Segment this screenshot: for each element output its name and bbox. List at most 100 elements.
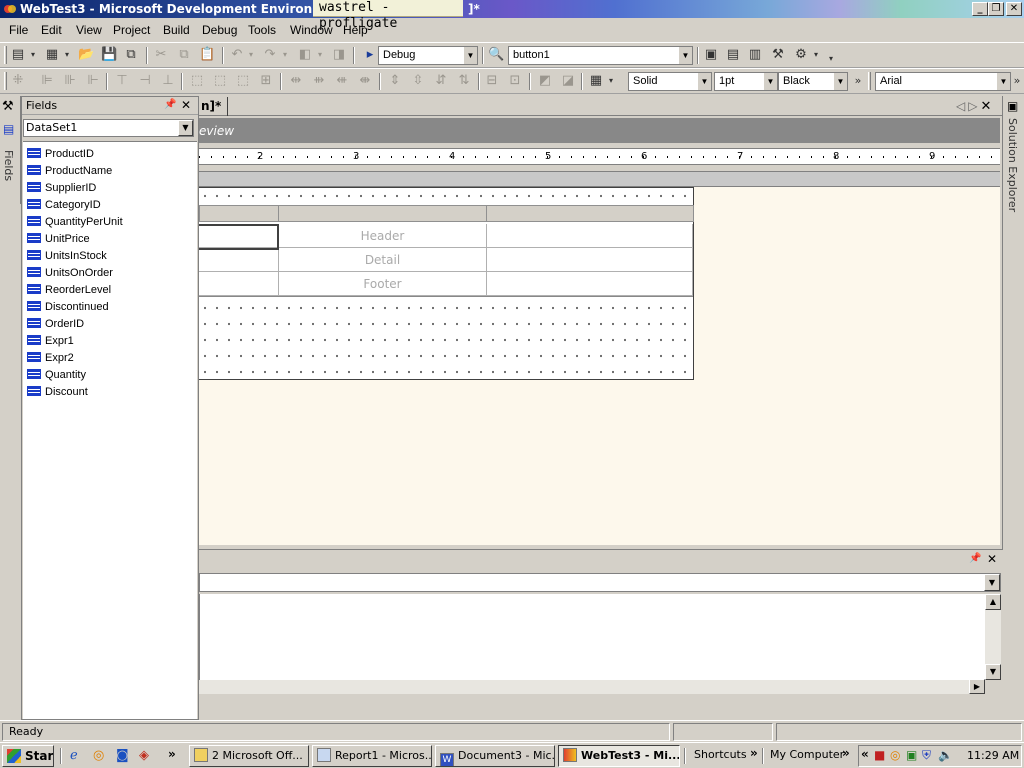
- toolbox-icon[interactable]: ▥: [747, 47, 763, 63]
- desktop-icon[interactable]: ◙: [116, 748, 129, 763]
- shortcuts-more-icon[interactable]: »: [750, 746, 758, 760]
- open-folder-icon[interactable]: 📂: [78, 47, 94, 63]
- table-cell[interactable]: [199, 272, 279, 296]
- center-horizontally-icon[interactable]: ⊟: [484, 73, 500, 89]
- dropdown-arrow-icon[interactable]: ▾: [62, 47, 72, 63]
- table-row-label[interactable]: Header: [279, 224, 487, 248]
- border-width-combo[interactable]: 1pt ▼: [714, 72, 778, 91]
- field-item[interactable]: UnitPrice: [27, 231, 90, 248]
- taskbar-button-office[interactable]: 2 Microsoft Off...: [189, 745, 309, 767]
- field-item[interactable]: Discontinued: [27, 299, 109, 316]
- table-cell[interactable]: [487, 224, 693, 248]
- table-cell[interactable]: [487, 248, 693, 272]
- make-same-height-icon[interactable]: ⬚: [212, 73, 228, 89]
- resource-view-icon[interactable]: ⚙: [793, 47, 809, 63]
- tray-volume-icon[interactable]: 🔈: [938, 748, 953, 762]
- chevron-down-icon[interactable]: ▼: [178, 120, 193, 136]
- table-column-handle[interactable]: [199, 205, 279, 222]
- dropdown-arrow-icon[interactable]: ▾: [280, 47, 290, 63]
- field-item[interactable]: QuantityPerUnit: [27, 214, 123, 231]
- undo-icon[interactable]: ↶: [229, 47, 245, 63]
- outlook-icon[interactable]: ◎: [93, 748, 104, 763]
- redo-icon[interactable]: ↷: [262, 47, 278, 63]
- dropdown-arrow-icon[interactable]: ▾: [606, 73, 616, 89]
- taskbar-button-word[interactable]: W Document3 - Mic...: [435, 745, 555, 767]
- field-item[interactable]: Discount: [27, 384, 88, 401]
- align-centers-icon[interactable]: ⊪: [62, 73, 78, 89]
- save-icon[interactable]: 💾: [101, 47, 117, 63]
- increase-v-spacing-icon[interactable]: ⇳: [410, 73, 426, 89]
- remove-h-spacing-icon[interactable]: ⇼: [357, 73, 373, 89]
- navigate-backward-icon[interactable]: ◧: [297, 47, 313, 63]
- scroll-left-icon[interactable]: ◁: [956, 99, 968, 113]
- scroll-right-icon[interactable]: ▶: [969, 679, 985, 694]
- field-item[interactable]: Expr2: [27, 350, 74, 367]
- size-to-grid-icon[interactable]: ⊞: [258, 73, 274, 89]
- pin-icon[interactable]: 📌: [164, 99, 176, 110]
- add-item-icon[interactable]: ▦: [44, 47, 60, 63]
- field-item[interactable]: Expr1: [27, 333, 74, 350]
- field-item[interactable]: OrderID: [27, 316, 84, 333]
- dropdown-arrow-icon[interactable]: ▾: [28, 47, 38, 63]
- ie-icon[interactable]: ℯ: [70, 748, 78, 763]
- scroll-right-icon[interactable]: ▷: [968, 99, 980, 113]
- align-tops-icon[interactable]: ⊤: [114, 73, 130, 89]
- chevron-down-icon[interactable]: ▼: [996, 73, 1010, 90]
- fields-tab-label[interactable]: Fields: [2, 150, 15, 181]
- vertical-scrollbar[interactable]: ▲ ▼: [985, 594, 1001, 680]
- taskbar-button-devenv[interactable]: WebTest3 - Mi...: [558, 745, 680, 767]
- solution-explorer-tab-icon[interactable]: ▣: [1007, 99, 1018, 113]
- send-to-back-icon[interactable]: ◪: [560, 73, 576, 89]
- close-document-icon[interactable]: ✕: [980, 99, 994, 114]
- taskbar-button-report[interactable]: Report1 - Micros...: [312, 745, 432, 767]
- make-same-width-icon[interactable]: ⬚: [189, 73, 205, 89]
- tray-network-icon[interactable]: ▣: [906, 748, 917, 762]
- quicklaunch-app-icon[interactable]: ◈: [139, 748, 149, 763]
- save-all-icon[interactable]: ⧉: [123, 47, 139, 63]
- menu-project[interactable]: Project: [113, 23, 150, 37]
- dropdown-arrow-icon[interactable]: ▾: [246, 47, 256, 63]
- report-table[interactable]: Header Detail Footer: [199, 205, 694, 297]
- toolbar-grip[interactable]: [4, 72, 7, 90]
- minimize-button[interactable]: _: [972, 2, 988, 16]
- menu-edit[interactable]: Edit: [41, 23, 62, 37]
- scroll-down-icon[interactable]: ▼: [985, 664, 1001, 680]
- my-computer-toolbar-label[interactable]: My Computer: [770, 748, 844, 761]
- bring-to-front-icon[interactable]: ◩: [537, 73, 553, 89]
- toolbar-grip[interactable]: [4, 46, 7, 64]
- class-view-icon[interactable]: ⚒: [770, 47, 786, 63]
- menu-file[interactable]: File: [9, 23, 28, 37]
- font-name-combo[interactable]: Arial ▼: [875, 72, 1011, 91]
- clock[interactable]: 11:29 AM: [967, 749, 1019, 762]
- field-item[interactable]: ProductName: [27, 163, 112, 180]
- table-row-label[interactable]: Detail: [279, 248, 487, 272]
- start-debug-icon[interactable]: ▸: [362, 47, 378, 63]
- chevron-down-icon[interactable]: ▼: [697, 73, 711, 90]
- toolbox-tab-icon[interactable]: ⚒: [2, 99, 14, 114]
- horizontal-spacing-equal-icon[interactable]: ⇹: [288, 73, 304, 89]
- align-rights-icon[interactable]: ⊩: [85, 73, 101, 89]
- dataset-combo[interactable]: DataSet1 ▼: [23, 119, 194, 137]
- start-button[interactable]: Start: [2, 745, 54, 767]
- dropdown-arrow-icon[interactable]: ▾: [811, 47, 821, 63]
- solution-explorer-tab-label[interactable]: Solution Explorer: [1006, 118, 1019, 212]
- table-column-handle[interactable]: [278, 205, 487, 222]
- shortcuts-toolbar-label[interactable]: Shortcuts: [694, 748, 747, 761]
- pin-icon[interactable]: 📌: [969, 553, 981, 564]
- solution-config-combo[interactable]: Debug ▼: [378, 46, 478, 65]
- toolbar-grip[interactable]: [868, 72, 871, 90]
- copy-icon[interactable]: ⧉: [176, 47, 192, 63]
- output-text-area[interactable]: [199, 594, 985, 680]
- table-cell[interactable]: [199, 248, 279, 272]
- align-middles-icon[interactable]: ⊣: [137, 73, 153, 89]
- horizontal-scrollbar[interactable]: ▶: [199, 679, 985, 694]
- toolbar-options-icon[interactable]: ▾: [826, 51, 836, 67]
- new-project-icon[interactable]: ▤: [10, 47, 26, 63]
- close-icon[interactable]: ✕: [987, 552, 997, 566]
- properties-window-icon[interactable]: ▤: [725, 47, 741, 63]
- tray-security-icon[interactable]: ⛨: [922, 748, 931, 763]
- scroll-up-icon[interactable]: ▲: [985, 594, 1001, 610]
- find-combo[interactable]: button1 ▼: [508, 46, 693, 65]
- decrease-h-spacing-icon[interactable]: ⇺: [334, 73, 350, 89]
- menu-window[interactable]: Window: [290, 23, 333, 37]
